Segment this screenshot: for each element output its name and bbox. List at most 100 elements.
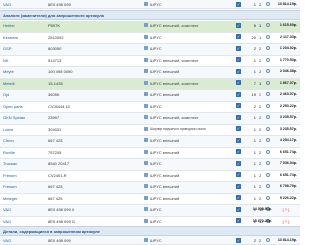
checkbox-icon[interactable]: ✓ (236, 91, 241, 97)
quantity: 20 (251, 34, 256, 40)
flag-icon (144, 172, 148, 177)
checkbox-icon[interactable]: ✓ (236, 57, 241, 62)
note-marker: [ ? ] (282, 207, 290, 212)
checkbox-icon[interactable]: ✓ (236, 114, 241, 120)
section-title: Аналоги (заменители) для запрошенного ар… (3, 13, 104, 18)
checkbox-icon[interactable]: ✓ (236, 22, 241, 28)
price: 2 463.07р. (279, 92, 297, 97)
brand-link[interactable]: GKN Spidan (3, 115, 43, 120)
flag-icon (144, 92, 148, 96)
quantity: 2 (253, 46, 256, 51)
part-description: ШРУС внешний (150, 184, 180, 189)
table-row: Metelli 15-1435 ШРУС внешний, комплект ✓ 7 1 1… (0, 78, 300, 90)
checkbox-icon[interactable]: ✓ (236, 237, 241, 243)
part-description: ШРУС (150, 46, 162, 51)
delivery-days: 2 (259, 126, 262, 132)
brand-link[interactable]: Metzger (3, 196, 43, 201)
checkbox-icon[interactable]: ✓ (236, 137, 241, 143)
brand-link[interactable]: Trucsan (3, 161, 43, 166)
checkbox-icon[interactable]: ✓ (236, 68, 241, 74)
flag-icon (144, 184, 148, 188)
article-number: 100 498 0090 (48, 69, 73, 74)
table-row: GSP 803050 ШРУС ✓ 2 2 1 204.02р. (0, 44, 300, 56)
table-row: Lobro 304031 Шарнир наружного приводного в… (0, 125, 300, 136)
checkbox-icon[interactable]: ✓ (236, 160, 241, 166)
brand-link[interactable]: VAG (3, 207, 43, 212)
quantity: 1 (253, 195, 256, 201)
flag-icon (144, 149, 148, 154)
flag-icon (144, 69, 148, 73)
flag-icon (144, 103, 148, 108)
table-row: Ojd 3605K ШРУС внешний ✓ 19 2 2 463.07р. (0, 90, 300, 102)
brand-link[interactable]: Metelli (3, 81, 43, 86)
brand-link[interactable]: Frimom (3, 184, 43, 189)
checkbox-icon[interactable]: ✓ (236, 34, 241, 39)
price: 14 308.94р. (252, 207, 272, 212)
quantity: 1 (253, 184, 256, 189)
checkbox-icon[interactable]: ✓ (236, 195, 241, 200)
checkbox-icon[interactable]: ✓ (236, 149, 241, 154)
delivery-days: 1 (259, 34, 262, 40)
article-number: 304031 (48, 126, 62, 132)
table-row: Open parts CVJ5444.10 ШРУС ✓ 2 2 2 253.22р. (0, 102, 300, 113)
brand-link[interactable]: GSP (3, 46, 43, 51)
delivery-days: 2 (259, 115, 262, 120)
checkbox-icon[interactable]: ✓ (236, 80, 241, 85)
brand-link[interactable]: Frimom (3, 173, 43, 178)
section-title: Детали, содержащиеся в запрошенном артик… (3, 229, 100, 234)
checkbox-icon[interactable]: ✓ (236, 1, 241, 7)
article-number: 23997 (48, 115, 60, 120)
table-row: Metzger 667 425 ШРУС внешний ✓ 1 2 9 226.22р. (0, 194, 300, 205)
brand-link[interactable]: Hebler (3, 23, 43, 28)
table-row: VAG 8E0 498 099 ШРУС ✓ 1 2 13 814.19р. (0, 0, 300, 9)
quantity: 2 (253, 103, 256, 109)
table-row: Citron 667 425 ШРУС внешний ✓ 1 2 4 254.17р. (0, 136, 300, 148)
brand-link[interactable]: Citron (3, 138, 43, 143)
brand-link[interactable]: Open parts (3, 104, 43, 109)
article-number: 803050 (48, 46, 62, 51)
quantity: 1 (253, 138, 256, 143)
delivery-days: 2 (259, 46, 262, 51)
part-description: ШРУС (150, 218, 162, 224)
flag-icon (144, 115, 148, 119)
checkbox-icon[interactable]: ✓ (236, 126, 241, 131)
price: 4 254.17р. (279, 138, 297, 143)
article-number: 667 425 (48, 195, 63, 201)
delivery-days: 2 (259, 195, 262, 201)
flag-icon (144, 46, 148, 50)
brand-link[interactable]: NK (3, 58, 43, 63)
price: 6 798.79р. (279, 184, 297, 189)
delivery-days: 2 (259, 238, 262, 243)
brand-link[interactable]: VAG (3, 238, 43, 243)
brand-link[interactable]: Kerabim (3, 35, 43, 40)
table-row: Kerabim 2510052 ШРУС ✓ 20 1 2 117.33р. (0, 33, 300, 44)
flag-icon (144, 34, 148, 39)
price: 2 046.38р. (279, 69, 297, 74)
section-header-details: Детали, содержащиеся в запрошенном артик… (0, 226, 300, 236)
checkbox-icon[interactable]: ✓ (236, 103, 241, 108)
brand-link[interactable]: Lobro (3, 127, 43, 132)
brand-link[interactable]: VAG (3, 2, 43, 7)
checkbox-icon[interactable]: ✓ (236, 172, 241, 177)
part-description: ШРУС внешний, комплект (150, 115, 199, 120)
brand-link[interactable]: Ojd (3, 92, 43, 97)
quantity: 1 (253, 172, 256, 178)
quantity: 1 (253, 2, 256, 7)
brand-link[interactable]: VAG (3, 219, 43, 224)
delivery-days: 1 (259, 23, 262, 28)
delivery-days: 2 (259, 92, 262, 97)
brand-link[interactable]: Meyle (3, 69, 43, 74)
part-description: ШРУС внешний, комплект (150, 23, 199, 28)
part-description: ШРУС внешний (150, 195, 180, 201)
quantity: 1 (253, 115, 256, 120)
brand-link[interactable]: Roville (3, 150, 43, 155)
table-row: Meyle 100 498 0090 ШРУС внешний ✓ 1 2 2 046.38… (0, 67, 300, 79)
table-row: Frimom CV2401-R ШРУС внешний ✓ 1 2 6 651.74р. (0, 171, 300, 182)
checkbox-icon[interactable]: ✓ (236, 45, 241, 51)
price: 1 867.07р. (279, 80, 297, 85)
part-description: ШРУС внешний (150, 149, 180, 155)
quantity: 2 (253, 238, 256, 243)
checkbox-icon[interactable]: ✓ (236, 183, 241, 189)
delivery-days: 2 (259, 57, 262, 63)
article-number: 8E0 498 099 (48, 238, 71, 243)
